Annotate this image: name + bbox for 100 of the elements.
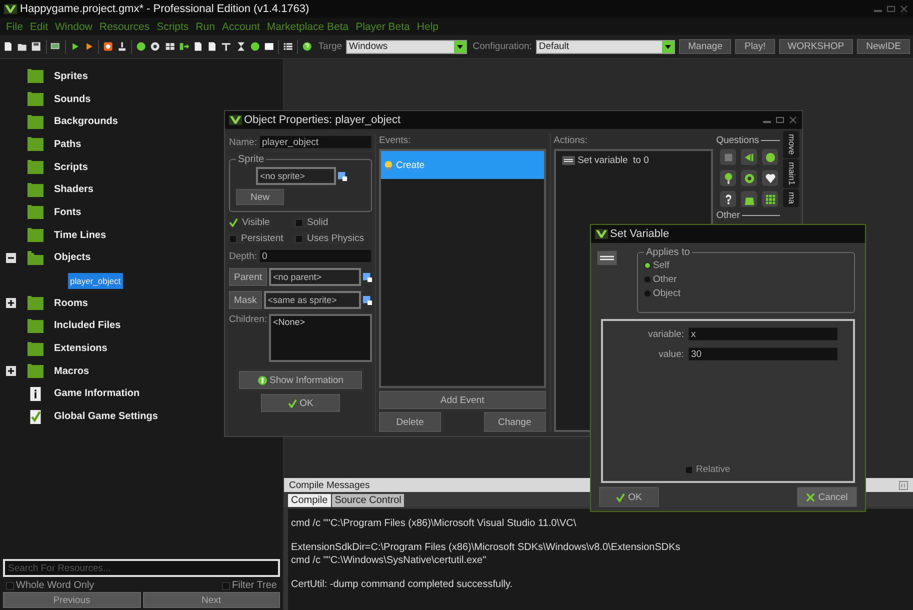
- sprite-field[interactable]: <no sprite>: [256, 167, 336, 185]
- radio-button[interactable]: [644, 276, 651, 282]
- expand-icon[interactable]: [6, 298, 16, 308]
- checkbox[interactable]: [295, 234, 303, 242]
- name-field[interactable]: player_object: [258, 135, 372, 149]
- action-button[interactable]: [762, 170, 778, 186]
- radio-button[interactable]: [644, 262, 651, 268]
- browse-icon[interactable]: [338, 172, 347, 180]
- tab[interactable]: Compile: [288, 494, 331, 507]
- tree-item[interactable]: Sounds: [54, 94, 91, 105]
- side-tab[interactable]: ma: [783, 188, 799, 207]
- action-item[interactable]: Set variable to 0: [556, 151, 712, 170]
- circle-icon[interactable]: [250, 41, 260, 52]
- menu-item[interactable]: Edit: [30, 20, 48, 32]
- play-icon[interactable]: [84, 41, 94, 52]
- ok-button[interactable]: OK: [599, 487, 659, 507]
- menu-item[interactable]: Run: [196, 20, 215, 32]
- input-field[interactable]: x: [688, 327, 838, 341]
- tree-item[interactable]: Sprites: [54, 70, 88, 82]
- close-icon[interactable]: [788, 116, 798, 124]
- checkbox[interactable]: [229, 218, 238, 227]
- action-button[interactable]: [741, 149, 758, 165]
- checkbox[interactable]: [685, 466, 693, 474]
- target-dropdown[interactable]: Windows: [346, 40, 467, 54]
- folder-icon[interactable]: [17, 41, 28, 52]
- action-button[interactable]: [762, 149, 778, 165]
- add-event-button[interactable]: Add Event: [379, 391, 546, 409]
- menu-item[interactable]: Player Beta: [356, 20, 410, 32]
- mask-field[interactable]: <same as sprite>: [264, 291, 361, 309]
- menu-item[interactable]: Help: [416, 20, 438, 32]
- menu-item[interactable]: Scripts: [156, 20, 189, 32]
- tree-item[interactable]: Included Files: [54, 320, 121, 332]
- action-button[interactable]: [762, 191, 778, 207]
- arrow-icon[interactable]: [178, 41, 189, 52]
- input-field[interactable]: 30: [688, 347, 838, 361]
- tree-item[interactable]: Macros: [54, 366, 90, 377]
- maximize-icon[interactable]: [886, 5, 896, 13]
- action-button[interactable]: [720, 170, 736, 186]
- side-tab[interactable]: move: [783, 131, 799, 158]
- collapse-icon[interactable]: [6, 252, 16, 263]
- checkbox[interactable]: [295, 218, 303, 226]
- delete-button[interactable]: Delete: [379, 412, 441, 432]
- menu-item[interactable]: File: [6, 20, 23, 32]
- configuration-dropdown[interactable]: Default: [536, 40, 676, 54]
- radio-button[interactable]: [644, 290, 651, 296]
- tab[interactable]: Source Control: [332, 494, 404, 507]
- tree-item[interactable]: player_object: [68, 272, 123, 289]
- doc-icon[interactable]: [3, 41, 14, 52]
- cancel-button[interactable]: Cancel: [797, 487, 857, 507]
- text-icon[interactable]: [221, 41, 232, 52]
- toolbar-button[interactable]: NewIDE: [857, 39, 910, 54]
- expand-icon[interactable]: [6, 366, 16, 376]
- depth-field[interactable]: 0: [259, 249, 372, 263]
- mask-button[interactable]: Mask: [229, 291, 262, 309]
- list-icon[interactable]: [282, 41, 294, 52]
- toolbar-button[interactable]: WORKSHOP: [778, 39, 854, 54]
- play-icon[interactable]: [70, 41, 80, 52]
- menu-item[interactable]: Account: [222, 20, 260, 32]
- show-information-button[interactable]: Show Information: [239, 371, 362, 389]
- side-tab[interactable]: main1: [783, 158, 799, 188]
- tree-item[interactable]: Fonts: [54, 206, 82, 218]
- toolbar-button[interactable]: Manage: [679, 39, 732, 54]
- action-button[interactable]: [741, 191, 758, 207]
- tree-item[interactable]: Global Game Settings: [54, 411, 158, 422]
- change-button[interactable]: Change: [484, 412, 546, 432]
- tree-item[interactable]: Rooms: [54, 298, 88, 309]
- doc-icon[interactable]: [192, 41, 204, 52]
- checkbox[interactable]: [6, 582, 14, 590]
- doc-icon[interactable]: [207, 41, 218, 52]
- tree-item[interactable]: Game Information: [54, 388, 140, 400]
- search-field[interactable]: Search For Resources...: [3, 559, 280, 577]
- menu-item[interactable]: Window: [55, 20, 92, 32]
- tree-item[interactable]: Shaders: [54, 184, 94, 196]
- ok-button[interactable]: OK: [261, 394, 340, 412]
- toolbar-button[interactable]: Play!: [735, 39, 775, 54]
- square-icon[interactable]: [264, 41, 274, 52]
- tree-item[interactable]: Extensions: [54, 343, 108, 354]
- save-icon[interactable]: [31, 41, 42, 52]
- new-button[interactable]: New: [236, 189, 284, 205]
- menu-item[interactable]: Resources: [99, 20, 150, 32]
- menu-item[interactable]: Marketplace Beta: [266, 20, 349, 32]
- action-button[interactable]: [720, 191, 736, 207]
- close-icon[interactable]: [899, 5, 909, 13]
- circle-icon[interactable]: [136, 41, 146, 52]
- browse-icon[interactable]: [363, 296, 372, 304]
- tree-item[interactable]: Scripts: [54, 162, 88, 173]
- tree-item[interactable]: Time Lines: [54, 230, 106, 241]
- action-button[interactable]: [741, 170, 758, 186]
- browse-icon[interactable]: [363, 272, 372, 282]
- checkbox[interactable]: [229, 234, 237, 242]
- tree-item[interactable]: Paths: [54, 138, 82, 150]
- tree-item[interactable]: Objects: [54, 252, 91, 264]
- tree-item[interactable]: Backgrounds: [54, 116, 118, 128]
- monitor-icon[interactable]: [50, 41, 61, 52]
- help-icon[interactable]: [302, 41, 312, 52]
- checkbox[interactable]: [222, 582, 230, 590]
- maximize-icon[interactable]: [775, 116, 785, 124]
- parent-field[interactable]: <no parent>: [269, 268, 361, 286]
- hourglass-icon[interactable]: [236, 41, 246, 52]
- parent-button[interactable]: Parent: [229, 268, 267, 286]
